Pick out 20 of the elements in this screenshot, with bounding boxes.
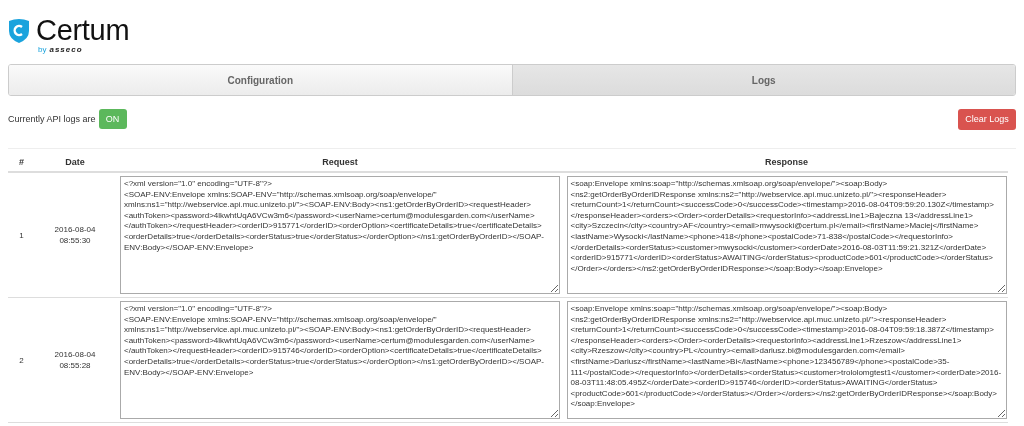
column-header: Request <box>115 149 565 173</box>
company-name: asseco <box>49 45 83 54</box>
logo-icon <box>8 18 30 44</box>
response-field[interactable]: <soap:Envelope xmlns:soap="http://schemas.xmlsoap.org/soap/envelope/"><soap:Body><ns2:getOrderByOrderIDResponse xmlns:ns2="http://webservice.api.muc.unizeto.pl/"><responseHeader><returnCount>1</returnCount><successCode>0</successCode><timestamp>2016-08-04T09:59:18.387Z</timestamp></responseHeader><orders><Order><orderDetails><requestorInfo><addressLine1>Rzeszow</addressLine1><city>Rzeszow</city><country>PL</country><email>dariusz.bi@modulesgarden.com</email><firstName>Dariusz</firstName><lastName>Bi</lastName><phone>123456789</phone><postalCode>35-111</postalCode></requestorInfo></orderDetails><orderStatus><customer>trololomgtest1</customer><orderDate>2016-08-03T11:48:05.495Z</orderDate><orderID>915746</orderID><orderStatus>AWAITING</orderStatus><productCode>601</productCode></orderStatus></Order></orders></ns2:getOrderByOrderIDResponse></soap:Body></soap:Envelope> <box>566 301 1007 419</box>
column-header: Date <box>35 149 115 173</box>
column-header: # <box>8 149 35 173</box>
column-header: Response <box>565 149 1008 173</box>
tab[interactable]: Logs <box>511 65 1015 95</box>
brand-name: Certum <box>36 16 130 45</box>
request-field[interactable]: <?xml version="1.0" encoding="UTF-8"?> <SOAP-ENV:Envelope xmlns:SOAP-ENV="http://schemas.xmlsoap.org/soap/envelope/" xmlns:ns1="http://webservice.api.muc.unizeto.pl/"><SOAP-ENV:Body><ns1:getOrderByOrderID><requestHeader><authToken><password>4lkwhtUqA6VCw3m6</password><userName>certum@modulesgarden.com</userName></authToken></requestHeader><orderID>915746</orderID><orderOption><certificateDetails>true</certificateDetails><orderDetails>true</orderDetails><orderStatus>true</orderStatus></orderOption></ns1:getOrderByOrderID></SOAP-ENV:Body></SOAP-ENV:Envelope> <box>120 301 560 419</box>
tab[interactable]: Configuration <box>9 65 512 95</box>
request-field[interactable]: <?xml version="1.0" encoding="UTF-8"?> <SOAP-ENV:Envelope xmlns:SOAP-ENV="http://schemas.xmlsoap.org/soap/envelope/" xmlns:ns1="http://webservice.api.muc.unizeto.pl/"><SOAP-ENV:Body><ns1:getOrderByOrderID><requestHeader><authToken><password>4lkwhtUqA6VCw3m6</password><userName>certum@modulesgarden.com</userName></authToken></requestHeader><orderID>915771</orderID><orderOption><certificateDetails>true</certificateDetails><orderDetails>true</orderDetails><orderStatus>true</orderStatus></orderOption></ns1:getOrderByOrderID></SOAP-ENV:Body></SOAP-ENV:Envelope> <box>120 176 560 294</box>
clear-logs-button[interactable]: Clear Logs <box>958 108 1016 130</box>
status-label: Currently API logs are <box>8 114 96 124</box>
row-number: 2 <box>19 354 24 366</box>
date-cell: 2016-08-04 08:55:30 <box>54 224 96 246</box>
date-cell: 2016-08-04 08:55:28 <box>54 349 96 371</box>
byline: by <box>38 45 47 54</box>
response-field[interactable]: <soap:Envelope xmlns:soap="http://schemas.xmlsoap.org/soap/envelope/"><soap:Body><ns2:getOrderByOrderIDResponse xmlns:ns2="http://webservice.api.muc.unizeto.pl/"><responseHeader><returnCount>1</returnCount><successCode>0</successCode><timestamp>2016-08-04T09:59:20.130Z</timestamp></responseHeader><orders><Order><orderDetails><requestorInfo><addressLine1>Bajeczna 13</addressLine1><city>Szczecin</city><country>AF</country><email>mwysocki@certum.pl</email><firstName>Maciej</firstName><lastName>Wysocki</lastName><phone>418</phone><postalCode>71-838</postalCode></requestorInfo></orderDetails><orderStatus><customer>mwysocki</customer><orderDate>2016-08-03T11:59:21.321Z</orderDate><orderID>915771</orderID><orderStatus>AWAITING</orderStatus><productCode>601</productCode></orderStatus></Order></orders></ns2:getOrderByOrderIDResponse></soap:Body></soap:Envelope> <box>566 176 1007 294</box>
row-number: 1 <box>19 229 24 241</box>
